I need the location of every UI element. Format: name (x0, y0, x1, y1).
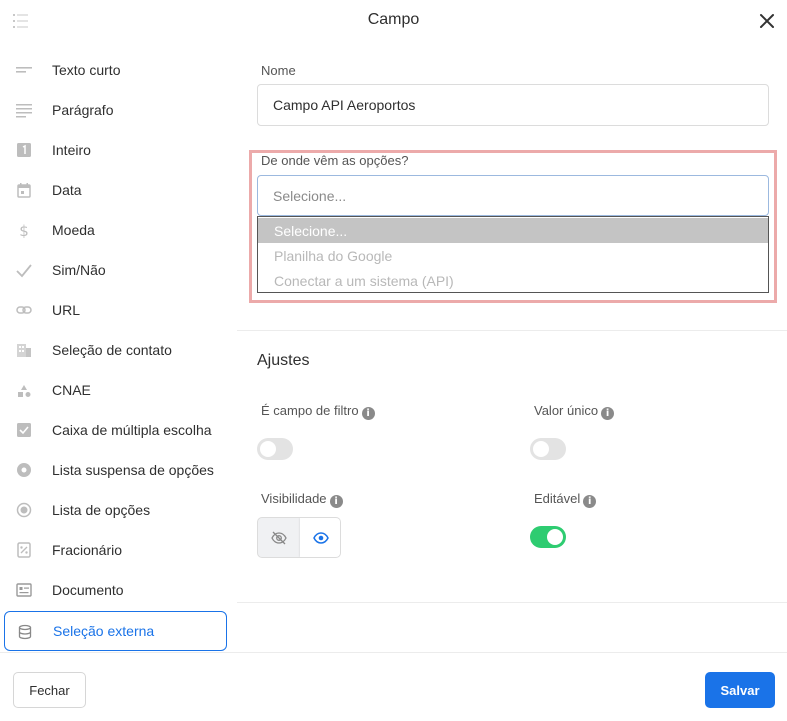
shapes-icon (16, 382, 32, 398)
sidebar-item-label: Lista suspensa de opções (52, 462, 214, 478)
unique-value-toggle[interactable] (530, 438, 566, 460)
sidebar-item-label: Caixa de múltipla escolha (52, 422, 212, 438)
source-dropdown-list: Selecione... Planilha do Google Conectar… (257, 216, 769, 293)
info-icon[interactable]: i (601, 407, 615, 420)
link-icon (16, 302, 32, 318)
sidebar-item-label: Texto curto (52, 62, 121, 78)
sidebar-item-label: Seleção externa (53, 623, 155, 639)
calendar-icon (16, 182, 32, 198)
dropdown-option-api[interactable]: Conectar a um sistema (API) (258, 268, 768, 293)
sidebar-item-caixa-multipla-escolha[interactable]: Caixa de múltipla escolha (4, 410, 227, 450)
modal-title: Campo (367, 11, 420, 28)
sidebar-item-label: CNAE (52, 382, 91, 398)
editable-text: Editável (534, 491, 581, 506)
checkbox-icon (16, 422, 32, 438)
info-icon[interactable]: i (583, 495, 597, 508)
divider (237, 330, 787, 331)
sidebar-item-paragrafo[interactable]: Parágrafo (4, 90, 227, 130)
save-button[interactable]: Salvar (705, 672, 775, 708)
dropdown-option-google-sheets[interactable]: Planilha do Google (258, 243, 768, 268)
sidebar-item-documento[interactable]: Documento (4, 570, 227, 610)
sidebar-item-texto-curto[interactable]: Texto curto (4, 50, 227, 90)
radio-icon (16, 502, 32, 518)
info-icon[interactable]: i (361, 407, 375, 420)
paragraph-icon (16, 102, 32, 118)
toggle-knob (260, 441, 276, 457)
sidebar-item-label: Documento (52, 582, 124, 598)
database-icon (17, 624, 33, 640)
sidebar-item-cnae[interactable]: CNAE (4, 370, 227, 410)
dropdown-icon (16, 462, 32, 478)
divider (237, 602, 787, 603)
unique-value-text: Valor único (534, 403, 599, 418)
sidebar-item-label: URL (52, 302, 81, 318)
sidebar-item-label: Sim/Não (52, 262, 106, 278)
short-text-icon (16, 62, 32, 78)
sidebar-item-label: Parágrafo (52, 102, 114, 118)
integer-icon (16, 142, 32, 158)
visibility-toggle-group (257, 517, 341, 558)
sidebar-item-label: Data (52, 182, 82, 198)
sidebar-item-lista-de-opcoes[interactable]: Lista de opções (4, 490, 227, 530)
modal-header: Campo (0, 0, 787, 42)
sidebar-item-lista-suspensa[interactable]: Lista suspensa de opções (4, 450, 227, 490)
sidebar-item-url[interactable]: URL (4, 290, 227, 330)
info-icon[interactable]: i (329, 495, 343, 508)
sidebar-item-selecao-de-contato[interactable]: Seleção de contato (4, 330, 227, 370)
percent-icon (16, 542, 32, 558)
filter-field-label: É campo de filtro i (261, 403, 375, 420)
document-icon (16, 582, 32, 598)
sidebar-item-label: Inteiro (52, 142, 91, 158)
sidebar-item-label: Lista de opções (52, 502, 151, 518)
sidebar-item-label: Fracionário (52, 542, 123, 558)
eye-icon (312, 531, 329, 544)
editable-toggle[interactable] (530, 526, 566, 548)
sidebar-item-moeda[interactable]: $ Moeda (4, 210, 227, 250)
filter-field-text: É campo de filtro (261, 403, 359, 418)
visible-button[interactable] (300, 518, 340, 557)
close-icon[interactable] (757, 11, 777, 31)
visibility-label: Visibilidade i (261, 491, 343, 508)
settings-title: Ajustes (257, 352, 310, 369)
footer-divider (0, 652, 787, 653)
toggle-knob (547, 529, 563, 545)
sidebar-item-data[interactable]: Data (4, 170, 227, 210)
building-icon (16, 342, 32, 358)
sidebar-item-inteiro[interactable]: Inteiro (4, 130, 227, 170)
sidebar-item-fracionario[interactable]: Fracionário (4, 530, 227, 570)
sidebar-item-sim-nao[interactable]: Sim/Não (4, 250, 227, 290)
close-button[interactable]: Fechar (13, 672, 86, 708)
toggle-knob (533, 441, 549, 457)
name-input[interactable]: Campo API Aeroportos (257, 84, 769, 126)
editable-label: Editável i (534, 491, 597, 508)
svg-text:$: $ (19, 222, 29, 238)
source-label: De onde vêm as opções? (261, 153, 409, 168)
name-label: Nome (261, 63, 296, 78)
sidebar-item-label: Seleção de contato (52, 342, 172, 358)
sidebar-item-label: Moeda (52, 222, 95, 238)
source-select[interactable]: Selecione... (257, 175, 769, 216)
eye-off-icon (270, 531, 287, 544)
dollar-icon: $ (16, 222, 32, 238)
filter-field-toggle[interactable] (257, 438, 293, 460)
dropdown-option-selecione[interactable]: Selecione... (258, 218, 768, 243)
visibility-text: Visibilidade (261, 491, 327, 506)
sidebar-item-selecao-externa[interactable]: Seleção externa (4, 611, 227, 651)
check-icon (16, 262, 32, 278)
unique-value-label: Valor único i (534, 403, 615, 420)
hidden-button[interactable] (258, 518, 299, 557)
